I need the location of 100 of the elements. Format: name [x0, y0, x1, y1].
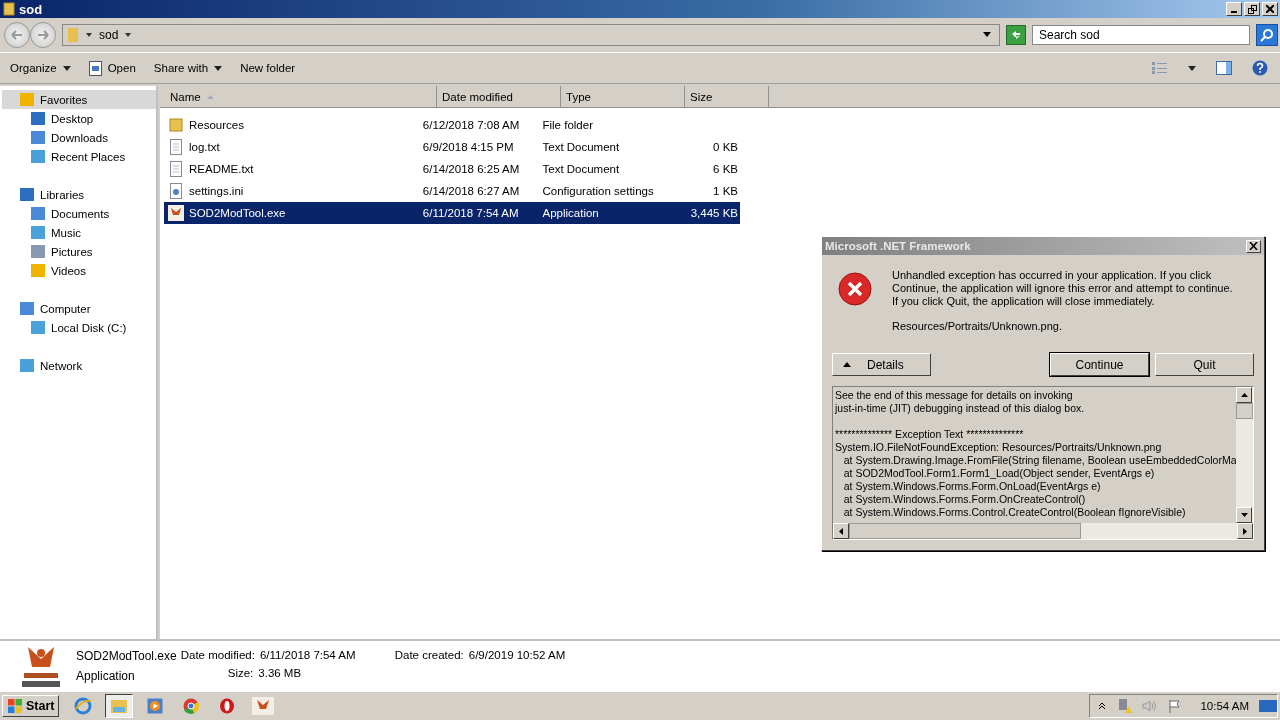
table-cell-text: Text Document: [541, 141, 621, 153]
table-cell: 1 KB: [713, 185, 738, 197]
close-icon: [1266, 5, 1274, 13]
document-icon: [168, 161, 184, 177]
file-row[interactable]: settings.ini 6/14/2018 6:27 AM Configuration settings 1 KB: [164, 180, 740, 202]
toolbar-button[interactable]: New folder: [234, 59, 302, 77]
scrollbar-thumb[interactable]: [1236, 403, 1253, 419]
table-cell-text: Application: [541, 207, 600, 219]
caret-icon[interactable]: [1188, 65, 1196, 71]
details-text-box[interactable]: [832, 386, 1254, 540]
folder-icon: [67, 27, 79, 43]
table-cell: 0 KB: [713, 141, 738, 153]
app-icon: [168, 205, 184, 221]
table-cell-text: 6/14/2018 6:27 AM: [421, 185, 521, 197]
table-cell: 6 KB: [713, 163, 738, 175]
toolbar-button[interactable]: Share with: [147, 59, 229, 77]
error-icon: [838, 272, 872, 306]
file-name: settings.ini: [189, 185, 244, 197]
log-line: See the end of this message for details on invoking: [835, 389, 1073, 401]
collapse-arrow-icon: [843, 362, 851, 367]
close-button[interactable]: [1262, 2, 1278, 16]
error-message: Unhandled exception has occurred in your application. If you click Continue, the application will ignore this error and attempt to continue. If you click Quit, the application will close immediately.: [892, 269, 1234, 308]
caret-icon: [62, 65, 71, 71]
details-button[interactable]: Details: [832, 353, 931, 376]
column-header[interactable]: Type: [561, 86, 685, 108]
sidebar-item[interactable]: Network: [0, 356, 156, 375]
refresh-button[interactable]: [1006, 25, 1026, 45]
breadcrumb[interactable]: sod: [99, 28, 119, 42]
column-header[interactable]: Date modified: [437, 86, 561, 108]
property-label: Size:: [227, 667, 254, 679]
address-bar[interactable]: sod: [62, 24, 1000, 46]
toolbar-button[interactable]: Open: [82, 57, 142, 79]
file-name: SOD2ModTool.exe: [76, 649, 177, 663]
property-value: 3.36 MB: [258, 667, 302, 679]
show-hidden-icon[interactable]: [1098, 702, 1107, 710]
file-type: Application: [76, 669, 136, 683]
dialog-button[interactable]: Continue: [1050, 353, 1149, 376]
file-name: log.txt: [189, 141, 220, 153]
preview-pane-icon[interactable]: [1216, 61, 1232, 75]
search-icon: [1260, 28, 1274, 42]
table-cell: 3,445 KB: [690, 207, 738, 219]
sidebar-item[interactable]: Favorites: [2, 90, 156, 109]
toolbar-button[interactable]: Organize: [4, 59, 77, 77]
caret-icon: [124, 32, 133, 38]
column-header[interactable]: Name: [160, 86, 437, 108]
horizontal-scrollbar[interactable]: [833, 523, 1253, 539]
dialog-button[interactable]: Quit: [1155, 353, 1254, 376]
sidebar-item[interactable]: Videos: [0, 261, 156, 280]
start-button[interactable]: Start: [2, 695, 60, 717]
scroll-right-icon[interactable]: [1243, 527, 1247, 535]
log-line: ************** Exception Text **************: [835, 428, 1024, 440]
scroll-up-icon[interactable]: [1240, 393, 1248, 397]
sidebar-item[interactable]: Music: [0, 223, 156, 242]
explorer-taskbar-button[interactable]: [105, 694, 134, 718]
minimize-button[interactable]: [1226, 2, 1242, 16]
log-line: at System.Windows.Forms.Form.OnCreateControl(): [842, 493, 1086, 505]
vertical-scrollbar[interactable]: [1236, 387, 1253, 523]
windows-logo-icon: [7, 698, 23, 714]
browser-icon: [74, 697, 93, 715]
log-line: at System.Windows.Forms.Control.CreateControl(Boolean fIgnoreVisible): [842, 506, 1186, 518]
log-line: just-in-time (JIT) debugging instead of this dialog box.: [835, 402, 1085, 414]
file-row[interactable]: SOD2ModTool.exe 6/11/2018 7:54 AM Application 3,445 KB: [164, 202, 740, 224]
clock[interactable]: 10:54 AM: [1200, 700, 1249, 712]
file-row[interactable]: Resources 6/12/2018 7:08 AM File folder: [164, 114, 740, 136]
sidebar-item[interactable]: Local Disk (C:): [0, 318, 156, 337]
table-cell-text: 6/9/2018 4:15 PM: [421, 141, 515, 153]
scroll-left-icon[interactable]: [839, 527, 843, 535]
folder-icon: [110, 698, 129, 714]
help-icon[interactable]: [1252, 60, 1268, 76]
sidebar-item[interactable]: Recent Places: [0, 147, 156, 166]
error-detail: Resources/Portraits/Unknown.png.: [892, 320, 1063, 333]
table-cell-text: Configuration settings: [541, 185, 655, 197]
file-row[interactable]: README.txt 6/14/2018 6:25 AM Text Document 6 KB: [164, 158, 740, 180]
file-name: Resources: [189, 119, 244, 131]
close-button[interactable]: [1246, 239, 1261, 253]
opera-icon: [219, 698, 236, 714]
window-title: sod: [19, 1, 43, 17]
sidebar-item[interactable]: Computer: [0, 299, 156, 318]
column-header[interactable]: Size: [685, 86, 769, 108]
sidebar-item[interactable]: Pictures: [0, 242, 156, 261]
search-button[interactable]: [1256, 24, 1278, 46]
property-label: Date modified:: [180, 649, 255, 661]
scroll-down-icon[interactable]: [1240, 513, 1248, 517]
property-value: 6/11/2018 7:54 AM: [259, 649, 356, 661]
dropdown-icon[interactable]: [983, 32, 991, 38]
folder-icon: [3, 2, 15, 16]
search-field[interactable]: Search sod: [1032, 25, 1250, 45]
log-line: at System.Drawing.Image.FromFile(String filename, Boolean useEmbeddedColorMa: [842, 454, 1236, 466]
sidebar-item[interactable]: Libraries: [0, 185, 156, 204]
sidebar-item[interactable]: Downloads: [0, 128, 156, 147]
flag-icon[interactable]: [1168, 699, 1183, 713]
table-cell-text: 6/12/2018 7:08 AM: [421, 119, 521, 131]
file-row[interactable]: log.txt 6/9/2018 4:15 PM Text Document 0 KB: [164, 136, 740, 158]
restore-button[interactable]: [1244, 2, 1260, 16]
sidebar-item[interactable]: Desktop: [0, 109, 156, 128]
scrollbar-thumb[interactable]: [849, 523, 1081, 539]
table-cell-text: File folder: [541, 119, 594, 131]
chrome-icon: [183, 698, 200, 714]
sidebar-item[interactable]: Documents: [0, 204, 156, 223]
document-icon: [168, 139, 184, 155]
